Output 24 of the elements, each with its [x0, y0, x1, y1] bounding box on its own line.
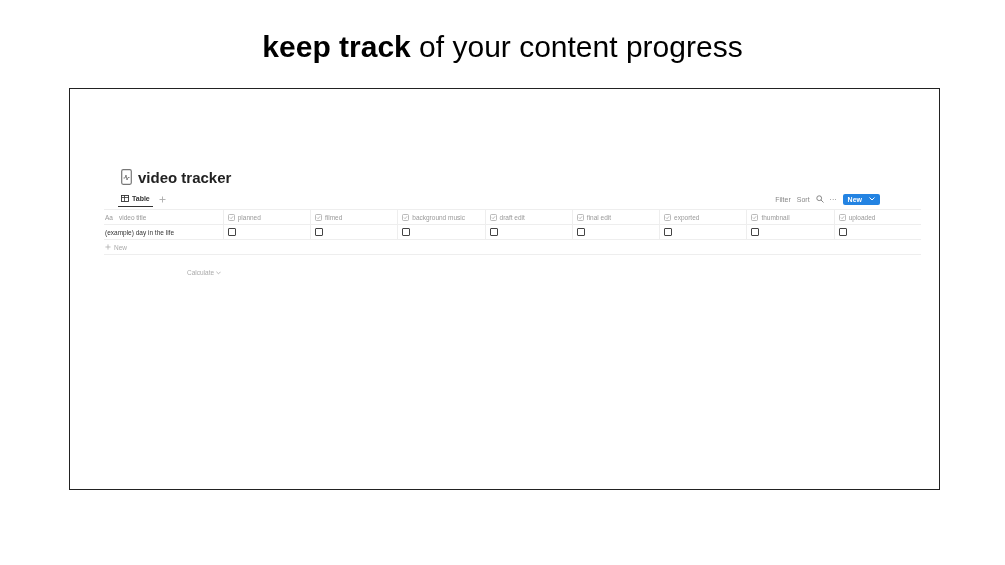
checkbox[interactable] [576, 228, 585, 236]
checkbox-property-icon [489, 213, 497, 221]
checkbox[interactable] [664, 228, 673, 236]
page-title: video tracker [138, 168, 232, 186]
checkbox[interactable] [751, 228, 760, 236]
checkbox[interactable] [838, 228, 847, 236]
checkbox-property-icon [576, 213, 584, 221]
checkbox[interactable] [402, 228, 411, 236]
checkbox[interactable] [489, 228, 498, 236]
checkbox-property-icon [751, 213, 759, 221]
checkbox[interactable] [227, 228, 236, 236]
phone-icon [121, 169, 132, 185]
checkbox-property-icon [838, 213, 846, 221]
search-icon[interactable] [815, 195, 824, 203]
checkbox-property-icon [315, 213, 322, 221]
checkbox-property-icon [402, 213, 410, 221]
checkbox-property-icon [227, 213, 235, 221]
caret-icon[interactable] [869, 197, 875, 201]
headline: keep track of your content progress [261, 30, 744, 64]
caret-icon [216, 270, 222, 275]
table-icon [121, 195, 129, 202]
plus-icon [105, 244, 111, 250]
checkbox-property-icon [664, 213, 672, 221]
checkbox[interactable] [315, 228, 323, 236]
